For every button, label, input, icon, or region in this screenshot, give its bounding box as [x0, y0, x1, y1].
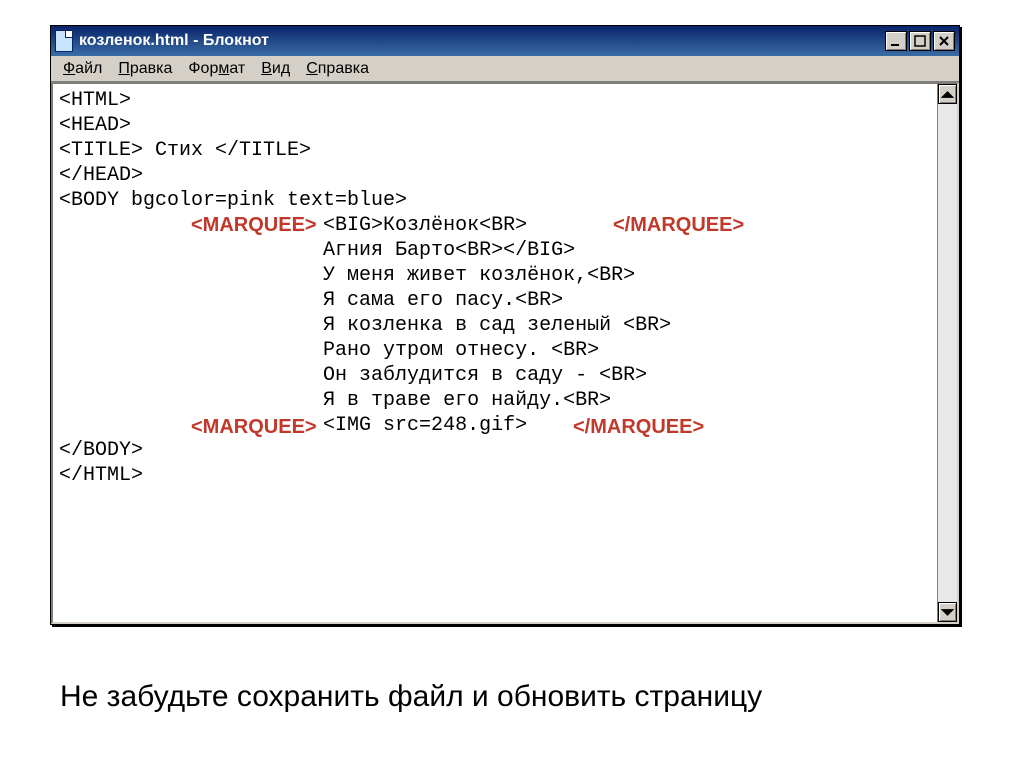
menu-help[interactable]: Справка: [300, 58, 375, 80]
minimize-icon: [890, 35, 902, 47]
chevron-up-icon: [939, 86, 956, 103]
menu-format[interactable]: Формат: [182, 58, 251, 80]
titlebar: козленок.html - Блокнот: [51, 26, 959, 56]
scroll-down-button[interactable]: [938, 602, 957, 622]
slide-caption: Не забудьте сохранить файл и обновить ст…: [60, 680, 762, 714]
menubar: Файл Правка Формат Вид Справка: [51, 56, 959, 82]
notepad-window: козленок.html - Блокнот Файл Правка Форм…: [50, 25, 960, 625]
chevron-down-icon: [939, 604, 956, 621]
menu-file[interactable]: Файл: [57, 58, 108, 80]
maximize-icon: [914, 35, 926, 47]
menu-view[interactable]: Вид: [255, 58, 296, 80]
maximize-button[interactable]: [909, 31, 931, 51]
text-editor[interactable]: <HTML> <HEAD> <TITLE> Стих </TITLE> </HE…: [53, 84, 937, 622]
close-button[interactable]: [933, 31, 955, 51]
window-controls: [885, 31, 955, 51]
menu-edit[interactable]: Правка: [112, 58, 178, 80]
client-area: <HTML> <HEAD> <TITLE> Стих </TITLE> </HE…: [51, 82, 959, 624]
window-title: козленок.html - Блокнот: [79, 32, 885, 50]
minimize-button[interactable]: [885, 31, 907, 51]
scroll-track[interactable]: [938, 104, 957, 602]
close-icon: [938, 35, 950, 47]
vertical-scrollbar[interactable]: [937, 84, 957, 622]
document-icon: [55, 30, 73, 52]
scroll-up-button[interactable]: [938, 84, 957, 104]
